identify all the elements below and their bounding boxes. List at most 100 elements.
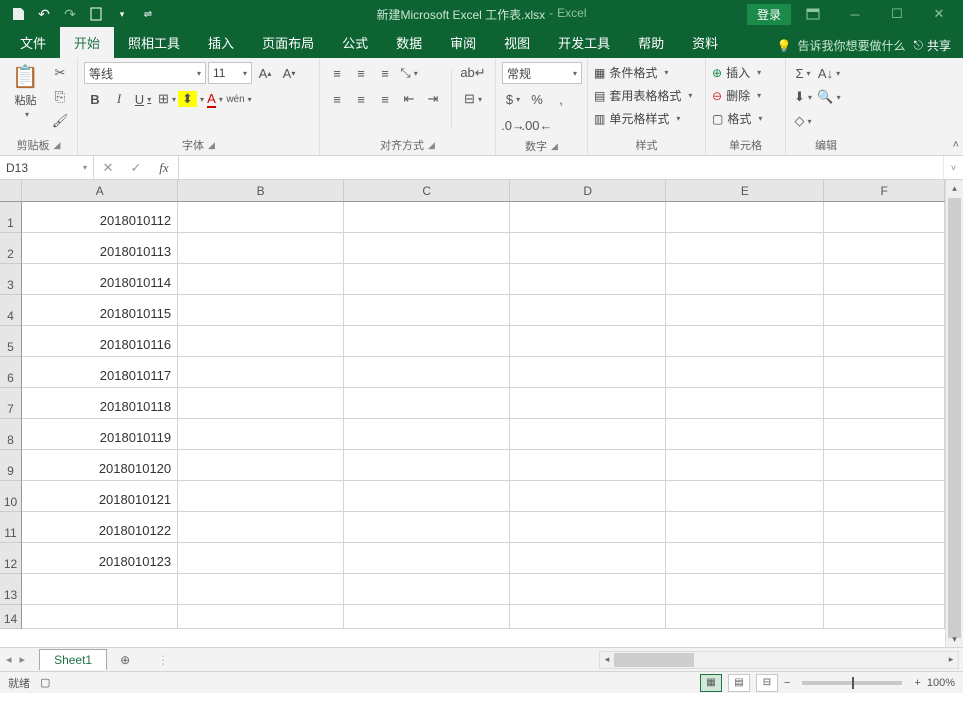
collapse-ribbon-icon[interactable]: ˄ (953, 139, 959, 151)
tab-review[interactable]: 审阅 (436, 27, 490, 58)
login-button[interactable]: 登录 (747, 4, 791, 25)
cell[interactable]: 2018010116 (22, 326, 178, 357)
scroll-left-icon[interactable]: ◂ (600, 652, 614, 668)
row-header[interactable]: 10 (0, 481, 21, 512)
cell[interactable] (178, 512, 344, 543)
row-header[interactable]: 6 (0, 357, 21, 388)
name-box[interactable]: D13 ▾ (0, 156, 94, 179)
cell[interactable] (510, 543, 666, 574)
row-header[interactable]: 8 (0, 419, 21, 450)
cell[interactable] (666, 450, 824, 481)
cell[interactable] (510, 419, 666, 450)
cell[interactable] (510, 388, 666, 419)
cell[interactable] (344, 605, 510, 629)
cell[interactable] (510, 512, 666, 543)
align-left-icon[interactable]: ≡ (326, 88, 348, 110)
cell[interactable] (344, 264, 510, 295)
cell[interactable] (824, 357, 945, 388)
cell[interactable]: 2018010119 (22, 419, 178, 450)
cell[interactable]: 2018010121 (22, 481, 178, 512)
col-header[interactable]: E (666, 180, 824, 201)
macro-record-icon[interactable]: ▢ (40, 676, 50, 689)
copy-icon[interactable]: ⎘ (49, 86, 71, 108)
view-normal-icon[interactable]: ▦ (700, 674, 722, 692)
orientation-icon[interactable]: ⤡▾ (398, 62, 420, 84)
cell[interactable] (178, 233, 344, 264)
tab-help[interactable]: 帮助 (624, 27, 678, 58)
vertical-scrollbar[interactable]: ▴ ▾ (945, 180, 963, 647)
align-launcher-icon[interactable]: ◢ (428, 140, 435, 151)
maximize-icon[interactable]: ☐ (877, 2, 917, 26)
cell[interactable] (666, 605, 824, 629)
cell[interactable] (666, 543, 824, 574)
cell[interactable] (510, 233, 666, 264)
tab-layout[interactable]: 页面布局 (248, 27, 328, 58)
tab-dev[interactable]: 开发工具 (544, 27, 624, 58)
cell[interactable] (178, 295, 344, 326)
align-bottom-icon[interactable]: ≡ (374, 62, 396, 84)
row-header[interactable]: 13 (0, 574, 21, 605)
cell[interactable] (666, 295, 824, 326)
cell[interactable] (22, 574, 178, 605)
zoom-in-icon[interactable]: + (914, 677, 920, 689)
cell[interactable] (178, 605, 344, 629)
cell-styles-button[interactable]: ▥单元格样式▾ (594, 108, 680, 129)
cut-icon[interactable]: ✂ (49, 62, 71, 84)
clipboard-launcher-icon[interactable]: ◢ (54, 140, 61, 151)
fx-icon[interactable]: fx (150, 160, 178, 176)
cell[interactable] (824, 450, 945, 481)
cell[interactable] (344, 295, 510, 326)
grow-font-icon[interactable]: A▴ (254, 62, 276, 84)
indent-inc-icon[interactable]: ⇥ (422, 88, 444, 110)
cell[interactable]: 2018010114 (22, 264, 178, 295)
cell[interactable] (178, 202, 344, 233)
cell[interactable] (666, 481, 824, 512)
align-center-icon[interactable]: ≡ (350, 88, 372, 110)
close-icon[interactable]: ✕ (919, 2, 959, 26)
cell[interactable]: 2018010115 (22, 295, 178, 326)
col-header[interactable]: D (510, 180, 666, 201)
cell[interactable] (666, 326, 824, 357)
cell[interactable] (824, 202, 945, 233)
format-painter-icon[interactable]: 🖌 (49, 110, 71, 132)
cell[interactable] (178, 481, 344, 512)
font-color-icon[interactable]: A▾ (204, 88, 226, 110)
tab-data[interactable]: 数据 (382, 27, 436, 58)
share-button[interactable]: ⎋ 共享 (913, 37, 951, 54)
col-header[interactable]: A (22, 180, 178, 201)
decrease-decimal-icon[interactable]: .00← (526, 114, 548, 136)
hscroll-thumb[interactable] (614, 653, 694, 667)
cell[interactable] (510, 605, 666, 629)
expand-formula-icon[interactable]: ˅ (943, 156, 963, 179)
autosum-icon[interactable]: Σ▾ (792, 62, 814, 84)
tab-home[interactable]: 开始 (60, 27, 114, 58)
scroll-right-icon[interactable]: ▸ (944, 652, 958, 668)
indent-dec-icon[interactable]: ⇤ (398, 88, 420, 110)
horizontal-scrollbar[interactable]: ◂ ▸ (599, 651, 959, 669)
cell[interactable] (666, 202, 824, 233)
fill-icon[interactable]: ⬇▾ (792, 86, 814, 108)
ribbon-options-icon[interactable] (793, 2, 833, 26)
cell[interactable] (344, 512, 510, 543)
qat-more-icon[interactable]: ⇌ (136, 2, 160, 26)
cell[interactable] (510, 295, 666, 326)
comma-icon[interactable]: , (550, 88, 572, 110)
tab-camera[interactable]: 照相工具 (114, 27, 194, 58)
conditional-format-button[interactable]: ▦条件格式▾ (594, 62, 668, 83)
wrap-text-icon[interactable]: ab↵ (459, 62, 487, 84)
cell[interactable]: 2018010117 (22, 357, 178, 388)
row-header[interactable]: 9 (0, 450, 21, 481)
cell[interactable]: 2018010123 (22, 543, 178, 574)
cell[interactable] (510, 326, 666, 357)
col-header[interactable]: C (344, 180, 510, 201)
cell[interactable] (824, 388, 945, 419)
cell[interactable] (666, 388, 824, 419)
cell[interactable] (178, 388, 344, 419)
cell[interactable] (344, 202, 510, 233)
cell[interactable] (178, 450, 344, 481)
add-sheet-icon[interactable]: ⊕ (113, 653, 137, 667)
sort-filter-icon[interactable]: A↓▾ (818, 62, 840, 84)
row-header[interactable]: 2 (0, 233, 21, 264)
align-middle-icon[interactable]: ≡ (350, 62, 372, 84)
cell[interactable] (344, 574, 510, 605)
